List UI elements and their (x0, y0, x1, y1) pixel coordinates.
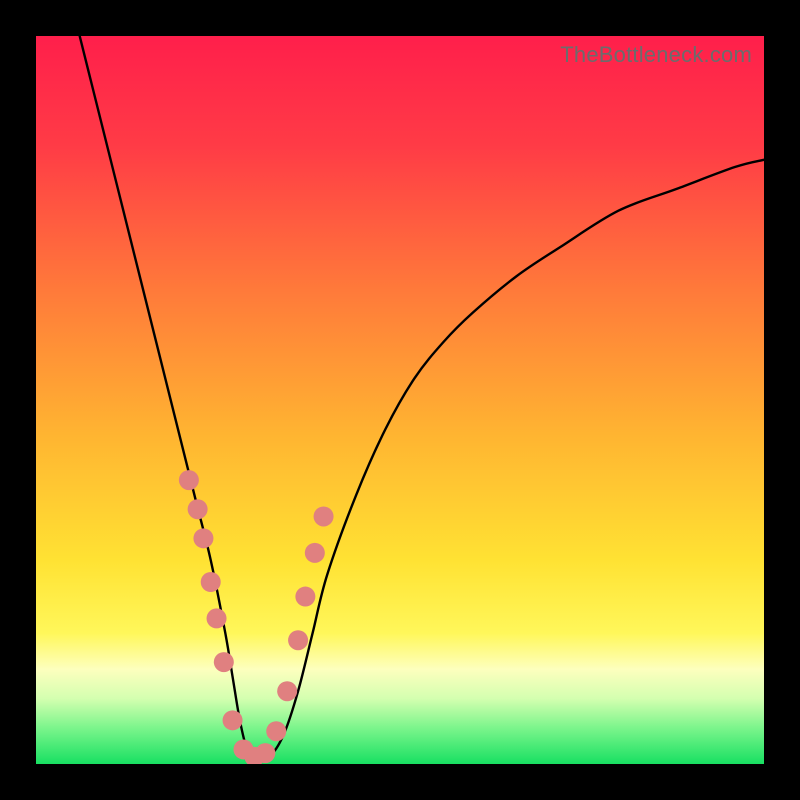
highlight-dot (255, 743, 275, 763)
chart-stage: TheBottleneck.com (0, 0, 800, 800)
highlight-dot (223, 710, 243, 730)
plot-area: TheBottleneck.com (36, 36, 764, 764)
highlight-dot (277, 681, 297, 701)
bottleneck-curve (80, 36, 764, 759)
highlight-dot (288, 630, 308, 650)
highlight-dot (314, 506, 334, 526)
watermark-text: TheBottleneck.com (560, 42, 752, 68)
highlight-dot (305, 543, 325, 563)
highlight-dot (179, 470, 199, 490)
highlight-dot (266, 721, 286, 741)
highlight-dot (188, 499, 208, 519)
highlight-dot (193, 528, 213, 548)
curve-layer (36, 36, 764, 764)
highlight-dots (179, 470, 334, 764)
highlight-dot (214, 652, 234, 672)
highlight-dot (295, 587, 315, 607)
highlight-dot (201, 572, 221, 592)
highlight-dot (207, 608, 227, 628)
